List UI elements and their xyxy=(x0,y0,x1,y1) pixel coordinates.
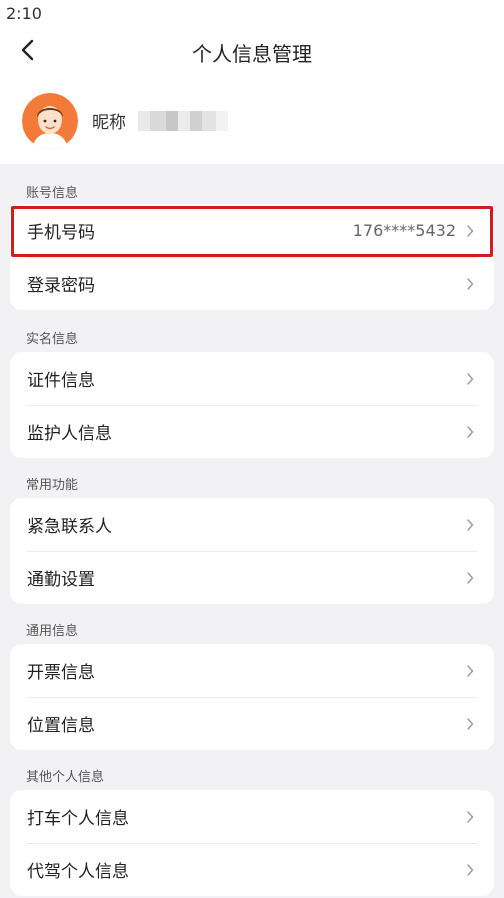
row-label: 手机号码 xyxy=(27,223,95,243)
chevron-right-icon xyxy=(466,224,476,238)
nickname-value-blurred xyxy=(138,111,228,131)
chevron-right-icon xyxy=(466,664,476,678)
row-emergency-contact[interactable]: 紧急联系人 xyxy=(10,498,494,551)
nickname-label: 昵称 xyxy=(92,113,126,133)
card-common: 紧急联系人 通勤设置 xyxy=(10,498,494,604)
section-title-other: 其他个人信息 xyxy=(26,770,105,785)
chevron-right-icon xyxy=(466,518,476,532)
row-invoice-info[interactable]: 开票信息 xyxy=(10,644,494,697)
row-id-info[interactable]: 证件信息 xyxy=(10,352,494,405)
card-account: 手机号码 176****5432 登录密码 xyxy=(10,204,494,310)
page-title: 个人信息管理 xyxy=(192,42,312,66)
chevron-right-icon xyxy=(466,571,476,585)
row-label: 证件信息 xyxy=(27,371,95,391)
chevron-right-icon xyxy=(466,372,476,386)
row-login-password[interactable]: 登录密码 xyxy=(10,257,494,310)
row-label: 代驾个人信息 xyxy=(27,862,129,882)
row-label: 紧急联系人 xyxy=(27,517,112,537)
chevron-right-icon xyxy=(466,717,476,731)
card-realname: 证件信息 监护人信息 xyxy=(10,352,494,458)
section-title-account: 账号信息 xyxy=(26,186,79,201)
row-label: 监护人信息 xyxy=(27,424,112,444)
user-avatar-icon xyxy=(22,93,78,149)
avatar[interactable] xyxy=(22,93,78,149)
chevron-right-icon xyxy=(466,810,476,824)
chevron-right-icon xyxy=(466,277,476,291)
phone-number-value: 176****5432 xyxy=(352,221,456,240)
row-label: 通勤设置 xyxy=(27,570,95,590)
header-area: 2:10 个人信息管理 昵称 xyxy=(0,0,504,164)
section-title-realname: 实名信息 xyxy=(26,332,79,347)
section-title-common: 常用功能 xyxy=(26,478,79,493)
row-label: 登录密码 xyxy=(27,276,95,296)
status-time: 2:10 xyxy=(6,4,42,23)
card-other: 打车个人信息 代驾个人信息 xyxy=(10,790,494,896)
chevron-right-icon xyxy=(466,863,476,877)
row-label: 打车个人信息 xyxy=(27,809,129,829)
row-location-info[interactable]: 位置信息 xyxy=(10,697,494,750)
row-taxi-personal-info[interactable]: 打车个人信息 xyxy=(10,790,494,843)
row-label: 开票信息 xyxy=(27,663,95,683)
row-label: 位置信息 xyxy=(27,716,95,736)
chevron-right-icon xyxy=(466,425,476,439)
row-guardian-info[interactable]: 监护人信息 xyxy=(10,405,494,458)
row-phone-number[interactable]: 手机号码 176****5432 xyxy=(10,204,494,257)
card-general: 开票信息 位置信息 xyxy=(10,644,494,750)
row-driver-personal-info[interactable]: 代驾个人信息 xyxy=(10,843,494,896)
section-title-general: 通用信息 xyxy=(26,624,79,639)
row-commute-settings[interactable]: 通勤设置 xyxy=(10,551,494,604)
